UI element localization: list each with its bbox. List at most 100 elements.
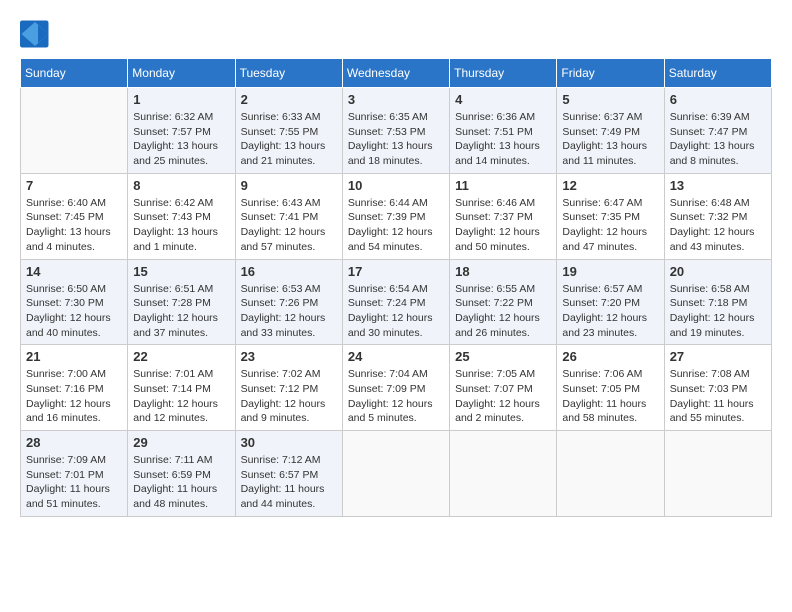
calendar-cell: 5 Sunrise: 6:37 AM Sunset: 7:49 PM Daylig… (557, 88, 664, 174)
calendar-cell (557, 431, 664, 517)
weekday-header-tuesday: Tuesday (235, 59, 342, 88)
day-info: Sunrise: 6:51 AM Sunset: 7:28 PM Dayligh… (133, 282, 229, 341)
weekday-header-thursday: Thursday (450, 59, 557, 88)
day-number: 10 (348, 178, 444, 193)
day-number: 1 (133, 92, 229, 107)
day-info: Sunrise: 6:55 AM Sunset: 7:22 PM Dayligh… (455, 282, 551, 341)
day-info: Sunrise: 6:42 AM Sunset: 7:43 PM Dayligh… (133, 196, 229, 255)
day-info: Sunrise: 6:46 AM Sunset: 7:37 PM Dayligh… (455, 196, 551, 255)
day-number: 2 (241, 92, 337, 107)
day-info: Sunrise: 7:04 AM Sunset: 7:09 PM Dayligh… (348, 367, 444, 426)
day-info: Sunrise: 7:09 AM Sunset: 7:01 PM Dayligh… (26, 453, 122, 512)
calendar-cell: 7 Sunrise: 6:40 AM Sunset: 7:45 PM Daylig… (21, 173, 128, 259)
day-info: Sunrise: 6:43 AM Sunset: 7:41 PM Dayligh… (241, 196, 337, 255)
day-info: Sunrise: 6:58 AM Sunset: 7:18 PM Dayligh… (670, 282, 766, 341)
day-info: Sunrise: 7:01 AM Sunset: 7:14 PM Dayligh… (133, 367, 229, 426)
calendar-week-3: 14 Sunrise: 6:50 AM Sunset: 7:30 PM Dayli… (21, 259, 772, 345)
day-number: 16 (241, 264, 337, 279)
calendar-cell: 3 Sunrise: 6:35 AM Sunset: 7:53 PM Daylig… (342, 88, 449, 174)
day-info: Sunrise: 6:57 AM Sunset: 7:20 PM Dayligh… (562, 282, 658, 341)
day-number: 18 (455, 264, 551, 279)
day-number: 15 (133, 264, 229, 279)
calendar-cell: 27Sunrise: 7:08 AM Sunset: 7:03 PM Dayli… (664, 345, 771, 431)
calendar-week-4: 21 Sunrise: 7:00 AM Sunset: 7:16 PM Dayli… (21, 345, 772, 431)
day-info: Sunrise: 7:02 AM Sunset: 7:12 PM Dayligh… (241, 367, 337, 426)
logo-icon (20, 20, 50, 48)
calendar-cell: 11Sunrise: 6:46 AM Sunset: 7:37 PM Dayli… (450, 173, 557, 259)
calendar-cell: 29 Sunrise: 7:11 AM Sunset: 6:59 PM Dayli… (128, 431, 235, 517)
day-info: Sunrise: 6:47 AM Sunset: 7:35 PM Dayligh… (562, 196, 658, 255)
calendar-cell: 26 Sunrise: 7:06 AM Sunset: 7:05 PM Dayli… (557, 345, 664, 431)
day-info: Sunrise: 7:11 AM Sunset: 6:59 PM Dayligh… (133, 453, 229, 512)
day-number: 26 (562, 349, 658, 364)
calendar-cell (664, 431, 771, 517)
calendar-cell: 17Sunrise: 6:54 AM Sunset: 7:24 PM Dayli… (342, 259, 449, 345)
day-number: 14 (26, 264, 122, 279)
calendar-cell: 22 Sunrise: 7:01 AM Sunset: 7:14 PM Dayli… (128, 345, 235, 431)
calendar-cell: 15 Sunrise: 6:51 AM Sunset: 7:28 PM Dayli… (128, 259, 235, 345)
day-number: 4 (455, 92, 551, 107)
calendar-cell: 30 Sunrise: 7:12 AM Sunset: 6:57 PM Dayli… (235, 431, 342, 517)
calendar-week-5: 28 Sunrise: 7:09 AM Sunset: 7:01 PM Dayli… (21, 431, 772, 517)
calendar-cell: 24 Sunrise: 7:04 AM Sunset: 7:09 PM Dayli… (342, 345, 449, 431)
calendar-cell: 16 Sunrise: 6:53 AM Sunset: 7:26 PM Dayli… (235, 259, 342, 345)
calendar-cell (21, 88, 128, 174)
day-info: Sunrise: 7:12 AM Sunset: 6:57 PM Dayligh… (241, 453, 337, 512)
day-number: 3 (348, 92, 444, 107)
day-number: 6 (670, 92, 766, 107)
calendar-cell: 14 Sunrise: 6:50 AM Sunset: 7:30 PM Dayli… (21, 259, 128, 345)
day-number: 19 (562, 264, 658, 279)
day-number: 28 (26, 435, 122, 450)
calendar-cell: 8 Sunrise: 6:42 AM Sunset: 7:43 PM Daylig… (128, 173, 235, 259)
weekday-header-sunday: Sunday (21, 59, 128, 88)
day-info: Sunrise: 7:05 AM Sunset: 7:07 PM Dayligh… (455, 367, 551, 426)
day-info: Sunrise: 6:37 AM Sunset: 7:49 PM Dayligh… (562, 110, 658, 169)
day-info: Sunrise: 6:48 AM Sunset: 7:32 PM Dayligh… (670, 196, 766, 255)
day-info: Sunrise: 6:33 AM Sunset: 7:55 PM Dayligh… (241, 110, 337, 169)
calendar-cell: 10 Sunrise: 6:44 AM Sunset: 7:39 PM Dayli… (342, 173, 449, 259)
day-number: 9 (241, 178, 337, 193)
calendar-cell: 21 Sunrise: 7:00 AM Sunset: 7:16 PM Dayli… (21, 345, 128, 431)
weekday-header-friday: Friday (557, 59, 664, 88)
day-number: 22 (133, 349, 229, 364)
day-info: Sunrise: 6:35 AM Sunset: 7:53 PM Dayligh… (348, 110, 444, 169)
day-info: Sunrise: 6:39 AM Sunset: 7:47 PM Dayligh… (670, 110, 766, 169)
day-number: 7 (26, 178, 122, 193)
day-info: Sunrise: 7:00 AM Sunset: 7:16 PM Dayligh… (26, 367, 122, 426)
calendar-cell: 23Sunrise: 7:02 AM Sunset: 7:12 PM Dayli… (235, 345, 342, 431)
day-info: Sunrise: 6:36 AM Sunset: 7:51 PM Dayligh… (455, 110, 551, 169)
day-number: 5 (562, 92, 658, 107)
calendar-cell: 4 Sunrise: 6:36 AM Sunset: 7:51 PM Daylig… (450, 88, 557, 174)
weekday-header-monday: Monday (128, 59, 235, 88)
day-number: 30 (241, 435, 337, 450)
day-number: 12 (562, 178, 658, 193)
calendar-cell: 12 Sunrise: 6:47 AM Sunset: 7:35 PM Dayli… (557, 173, 664, 259)
day-info: Sunrise: 6:54 AM Sunset: 7:24 PM Dayligh… (348, 282, 444, 341)
calendar-table: SundayMondayTuesdayWednesdayThursdayFrid… (20, 58, 772, 517)
calendar-cell: 28 Sunrise: 7:09 AM Sunset: 7:01 PM Dayli… (21, 431, 128, 517)
calendar-header: SundayMondayTuesdayWednesdayThursdayFrid… (21, 59, 772, 88)
calendar-week-1: 1Sunrise: 6:32 AM Sunset: 7:57 PM Daylig… (21, 88, 772, 174)
day-number: 27 (670, 349, 766, 364)
weekday-header-row: SundayMondayTuesdayWednesdayThursdayFrid… (21, 59, 772, 88)
day-number: 8 (133, 178, 229, 193)
calendar-body: 1Sunrise: 6:32 AM Sunset: 7:57 PM Daylig… (21, 88, 772, 517)
day-info: Sunrise: 7:06 AM Sunset: 7:05 PM Dayligh… (562, 367, 658, 426)
day-number: 20 (670, 264, 766, 279)
calendar-cell: 2 Sunrise: 6:33 AM Sunset: 7:55 PM Daylig… (235, 88, 342, 174)
day-info: Sunrise: 6:44 AM Sunset: 7:39 PM Dayligh… (348, 196, 444, 255)
calendar-cell: 1Sunrise: 6:32 AM Sunset: 7:57 PM Daylig… (128, 88, 235, 174)
calendar-cell: 25Sunrise: 7:05 AM Sunset: 7:07 PM Dayli… (450, 345, 557, 431)
calendar-cell: 6 Sunrise: 6:39 AM Sunset: 7:47 PM Daylig… (664, 88, 771, 174)
calendar-cell (342, 431, 449, 517)
weekday-header-wednesday: Wednesday (342, 59, 449, 88)
calendar-cell (450, 431, 557, 517)
day-info: Sunrise: 6:40 AM Sunset: 7:45 PM Dayligh… (26, 196, 122, 255)
weekday-header-saturday: Saturday (664, 59, 771, 88)
day-number: 24 (348, 349, 444, 364)
day-number: 21 (26, 349, 122, 364)
day-info: Sunrise: 6:53 AM Sunset: 7:26 PM Dayligh… (241, 282, 337, 341)
day-number: 13 (670, 178, 766, 193)
day-number: 29 (133, 435, 229, 450)
day-info: Sunrise: 6:50 AM Sunset: 7:30 PM Dayligh… (26, 282, 122, 341)
